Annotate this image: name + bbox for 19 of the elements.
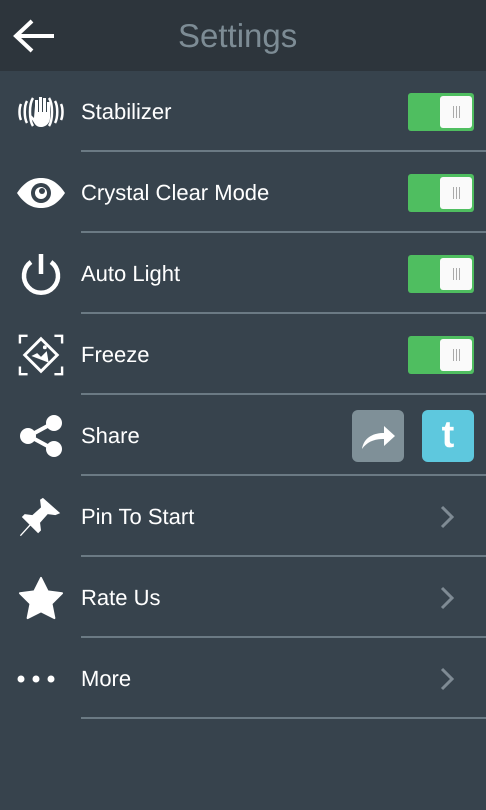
page-title: Settings: [178, 16, 298, 54]
chevron-icon[interactable]: [440, 504, 454, 528]
back-arrow-icon[interactable]: [12, 18, 56, 54]
setting-label: Auto Light: [81, 260, 182, 286]
toggle-switch[interactable]: [408, 336, 474, 374]
setting-label: Freeze: [81, 342, 150, 368]
setting-label: Crystal Clear Mode: [81, 180, 270, 206]
toggle-switch[interactable]: [408, 174, 474, 212]
setting-label: Pin To Start: [81, 504, 196, 530]
chevron-icon[interactable]: [440, 666, 454, 690]
toggle-switch[interactable]: [408, 254, 474, 292]
forward-button[interactable]: [352, 410, 404, 462]
chevron-icon[interactable]: [440, 586, 454, 610]
twitter-button[interactable]: t: [422, 410, 474, 462]
setting-label: More: [81, 666, 132, 692]
setting-label: Rate Us: [81, 584, 162, 610]
setting-label: Stabilizer: [81, 98, 172, 124]
toggle-switch[interactable]: [408, 92, 474, 130]
setting-label: Share: [81, 422, 141, 448]
